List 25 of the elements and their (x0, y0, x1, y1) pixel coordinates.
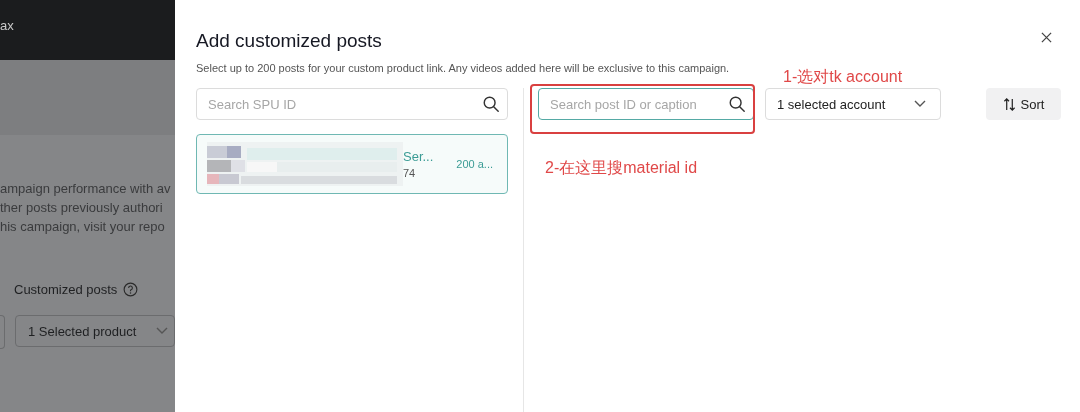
chevron-icon (914, 100, 926, 108)
annotation-text: 1-选对tk account (783, 67, 903, 87)
product-card[interactable]: Ser... 74 200 a... (196, 134, 508, 194)
section-label: Customized posts (14, 282, 118, 297)
post-count: 200 a... (456, 158, 493, 170)
account-select[interactable]: 1 selected account (765, 88, 941, 120)
paragraph-line: ampaign performance with av (0, 180, 172, 198)
annotation-text: 2-在这里搜material id (545, 158, 698, 178)
header-text: ax (0, 18, 14, 33)
dialog-subtitle: Select up to 200 posts for your custom product link. Any videos added here will be exclusive to this campaign. (196, 62, 731, 74)
product-name: Ser... (403, 149, 434, 164)
sort-button[interactable]: Sort (986, 88, 1061, 120)
close-icon[interactable] (1039, 30, 1054, 45)
search-icon[interactable] (482, 95, 500, 113)
product-select[interactable]: 1 Selected product (15, 315, 175, 347)
help-icon[interactable] (123, 282, 139, 297)
dialog-title: Add customized posts (196, 30, 382, 52)
select-field[interactable] (0, 315, 5, 349)
paragraph-line: ther posts previously authori (0, 199, 164, 217)
paragraph-line: his campaign, visit your repo (0, 218, 166, 236)
sort-icon (1002, 97, 1016, 111)
search-icon[interactable] (728, 95, 746, 113)
search-field[interactable]: Search post ID or caption (538, 88, 754, 120)
product-id: 74 (403, 167, 417, 179)
chevron-icon (156, 327, 168, 335)
